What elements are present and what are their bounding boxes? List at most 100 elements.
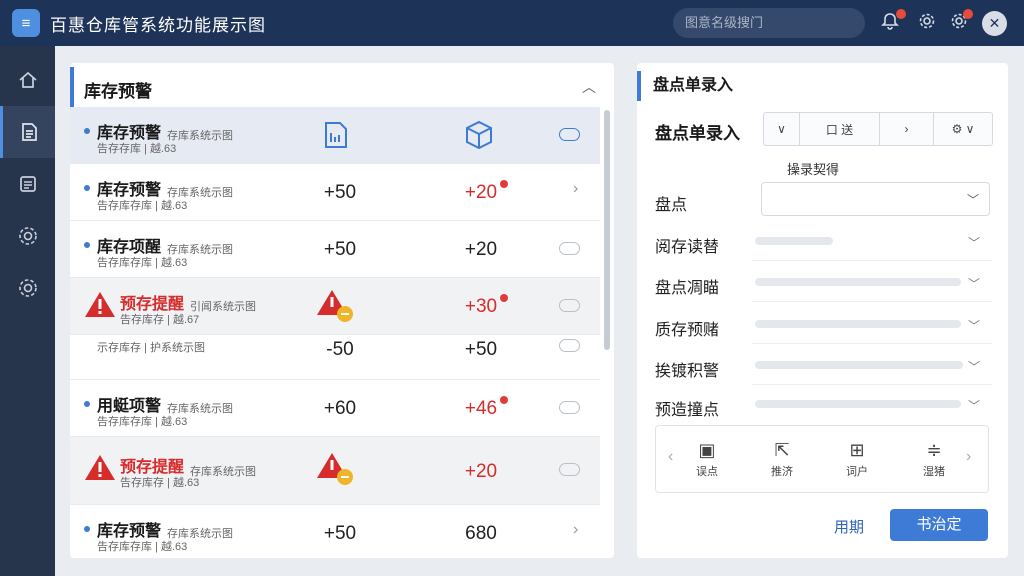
- toolbar-button[interactable]: 口 送: [800, 113, 880, 145]
- row-description: 存库系统示图: [190, 466, 256, 478]
- list-item[interactable]: 预存提醒 告存库存 | 越.63 存库系统示图 +20: [70, 437, 600, 505]
- chevron-up-icon[interactable]: ︿: [582, 77, 596, 97]
- box-icon: [466, 120, 492, 150]
- toggle-switch[interactable]: [559, 242, 580, 255]
- row-subtitle: 告存存库 | 越.63: [97, 143, 177, 155]
- chevron-right-icon[interactable]: ›: [880, 113, 934, 145]
- row-value-secondary: 680: [465, 523, 497, 544]
- field-value[interactable]: [755, 361, 963, 369]
- row-value-primary: +50: [323, 239, 357, 260]
- toolbar: ∨ 口 送 › ⚙ ∨: [763, 112, 993, 146]
- chevron-right-icon[interactable]: ›: [573, 521, 578, 539]
- field-value[interactable]: [755, 400, 961, 408]
- action-label: 词户: [846, 466, 868, 478]
- bullet-icon: [84, 242, 90, 248]
- pointer-icon: ⇱: [774, 440, 790, 460]
- grid-icon: ⊞: [849, 440, 865, 460]
- row-description: 存库系统示图: [167, 244, 233, 256]
- action-label: 误点: [696, 466, 718, 478]
- gear-icon[interactable]: [916, 12, 938, 34]
- action-label: 推济: [771, 466, 793, 478]
- action-save[interactable]: ▣ 误点: [682, 440, 732, 479]
- row-value-primary: +50: [323, 182, 357, 203]
- toggle-switch[interactable]: [559, 339, 580, 352]
- list-item[interactable]: 库存项醒 告存库存库 | 越.63 存库系统示图 +50 +20: [70, 221, 600, 278]
- field-label: 盘点: [655, 197, 688, 214]
- bullet-icon: [84, 401, 90, 407]
- top-bar: ≡ 百惠仓库管系统功能展示图 图意名级搜门 ✕: [0, 0, 1024, 46]
- filter-icon: ≑: [926, 440, 942, 460]
- chevron-down-icon[interactable]: ∨: [764, 113, 800, 145]
- row-description: 存库系统示图: [167, 187, 233, 199]
- row-value-secondary: +30: [464, 296, 498, 317]
- row-subtitle: 告存库存 | 越.67: [120, 314, 200, 326]
- bullet-icon: [84, 128, 90, 134]
- settings-badge: [963, 9, 973, 19]
- notification-badge: [896, 9, 906, 19]
- action-push[interactable]: ⇱ 推济: [757, 440, 807, 479]
- confirm-button[interactable]: 书治定: [890, 509, 988, 541]
- close-icon[interactable]: ✕: [982, 11, 1007, 36]
- search-input[interactable]: 图意名级搜门: [673, 8, 865, 38]
- list-item[interactable]: 预存提醒 告存库存 | 越.67 引闻系统示图 +30: [70, 278, 600, 335]
- toggle-switch[interactable]: [559, 128, 580, 141]
- gear-dropdown-icon[interactable]: ⚙ ∨: [934, 113, 992, 145]
- chevron-right-icon[interactable]: ›: [573, 180, 578, 198]
- divider: [752, 301, 992, 302]
- cancel-button[interactable]: 用期: [827, 517, 871, 539]
- toggle-switch[interactable]: [559, 299, 580, 312]
- field-label: 盘点凋瞄: [655, 280, 720, 297]
- stocktake-entry-panel: 盘点单录入 盘点单录入 ∨ 口 送 › ⚙ ∨ 操录契得 盘点 ﹀ 阅存读替 ﹀…: [637, 63, 1008, 558]
- stock-alert-panel: 库存预警 ︿ 库存预警 告存存库 | 越.63 存库系统示图 库存预警 告存库存…: [70, 63, 614, 558]
- cog-icon: [18, 279, 37, 297]
- row-value-secondary: +20: [464, 461, 498, 482]
- toggle-switch[interactable]: [559, 401, 580, 414]
- chevron-down-icon[interactable]: ﹀: [968, 397, 980, 414]
- document-chart-icon: [325, 122, 347, 148]
- sidebar-item-config[interactable]: [0, 262, 55, 314]
- divider: [752, 384, 992, 385]
- list-item[interactable]: 库存预警 告存库存库 | 越.63 存库系统示图 +50 680 ›: [70, 505, 600, 558]
- alert-list: 库存预警 告存存库 | 越.63 存库系统示图 库存预警 告存库存库 | 越.6…: [70, 107, 600, 558]
- action-label: 湿猪: [923, 466, 945, 478]
- field-label: 预造撞点: [655, 402, 720, 419]
- app-logo-icon: ≡: [12, 9, 40, 37]
- form-label: 盘点单录入: [655, 124, 740, 143]
- alert-dot: [500, 396, 508, 404]
- alert-dot: [500, 294, 508, 302]
- sidebar-item-settings[interactable]: [0, 210, 55, 262]
- action-filter[interactable]: ≑ 湿猪: [909, 440, 959, 479]
- chevron-right-icon[interactable]: ›: [966, 448, 971, 466]
- select-field[interactable]: ﹀: [761, 182, 990, 216]
- toggle-switch[interactable]: [559, 463, 580, 476]
- alert-dot: [500, 180, 508, 188]
- sidebar-item-home[interactable]: [0, 54, 55, 106]
- chevron-down-icon[interactable]: ﹀: [968, 317, 980, 334]
- list-item[interactable]: 用蜓项警 告存库存库 | 越.63 存库系统示图 +60 +46: [70, 380, 600, 437]
- field-value[interactable]: [755, 320, 961, 328]
- warning-icon: [85, 455, 115, 480]
- panel-title: 库存预警: [84, 81, 152, 101]
- divider: [752, 343, 992, 344]
- bullet-icon: [84, 526, 90, 532]
- sidebar-item-documents[interactable]: [0, 106, 55, 158]
- row-value-secondary: +20: [464, 182, 498, 203]
- field-label: 挨镀积警: [655, 363, 720, 380]
- list-item[interactable]: 示存库存 | 护系统示图 -50 +50: [70, 335, 600, 380]
- field-value[interactable]: [755, 278, 961, 286]
- list-icon: [19, 176, 36, 192]
- row-value-secondary: +20: [464, 239, 498, 260]
- action-grid[interactable]: ⊞ 词户: [832, 440, 882, 479]
- chevron-down-icon[interactable]: ﹀: [968, 358, 980, 375]
- chevron-down-icon[interactable]: ﹀: [968, 234, 980, 251]
- sidebar-item-list[interactable]: [0, 158, 55, 210]
- list-item[interactable]: 库存预警 告存库存库 | 越.63 存库系统示图 +50 +20 ›: [70, 164, 600, 221]
- chevron-down-icon[interactable]: ﹀: [968, 275, 980, 292]
- warning-icon: [85, 292, 115, 317]
- list-item[interactable]: 库存预警 告存存库 | 越.63 存库系统示图: [70, 107, 600, 164]
- row-description: 存库系统示图: [167, 130, 233, 142]
- scrollbar[interactable]: [604, 110, 610, 350]
- row-description: 存库系统示图: [167, 403, 233, 415]
- field-value[interactable]: [755, 237, 833, 245]
- chevron-left-icon[interactable]: ‹: [668, 448, 673, 466]
